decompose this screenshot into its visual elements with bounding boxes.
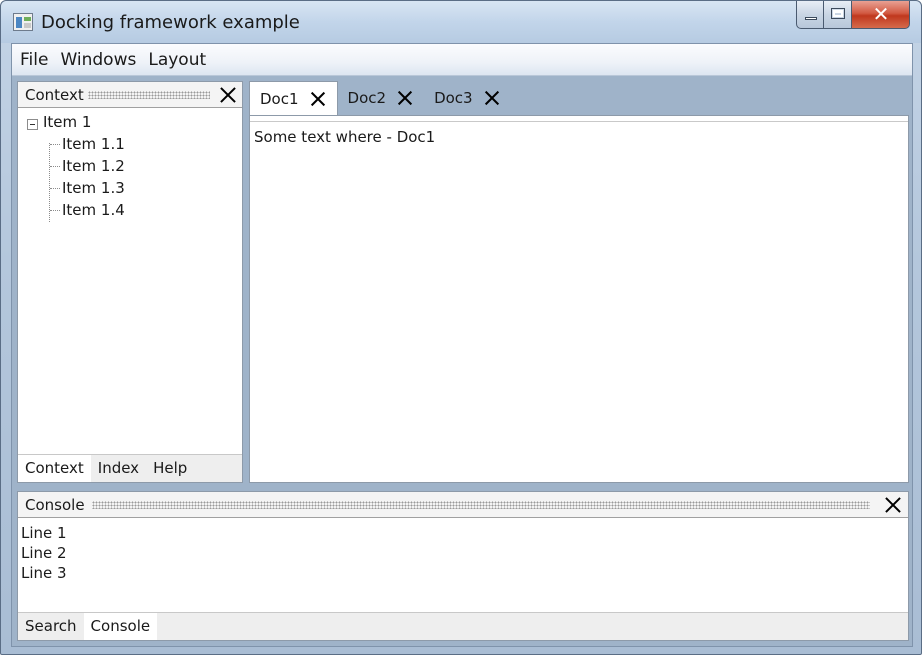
- tree-connector: [50, 166, 60, 167]
- context-tree: Item 1 Item 1.1 Item 1.2 Item 1.3 Item 1…: [18, 109, 242, 453]
- title-bar[interactable]: Docking framework example ✕: [1, 1, 921, 43]
- tab-doc1[interactable]: Doc1: [249, 81, 338, 115]
- window-title: Docking framework example: [41, 12, 300, 33]
- tree-connector: [50, 144, 60, 145]
- document-area: Doc1 Doc2 Doc3 Some text where - Doc1: [249, 81, 909, 483]
- console-panel-close-icon[interactable]: [882, 494, 904, 516]
- divider: [250, 121, 908, 122]
- tab-context[interactable]: Context: [18, 455, 91, 482]
- tab-label: Doc2: [347, 89, 387, 107]
- tab-search[interactable]: Search: [18, 613, 84, 640]
- console-panel-tabs: Search Console: [18, 612, 908, 640]
- maximize-icon: [831, 8, 845, 19]
- minimize-icon: [805, 17, 817, 20]
- drag-grip[interactable]: [92, 501, 870, 509]
- context-panel-close-icon[interactable]: [217, 84, 239, 106]
- tab-close-icon[interactable]: [396, 89, 414, 107]
- maximize-button[interactable]: [824, 1, 852, 29]
- drag-grip[interactable]: [88, 91, 210, 99]
- tree-item[interactable]: Item 1.1: [62, 133, 125, 155]
- caption-buttons: ✕: [796, 1, 910, 29]
- tab-index[interactable]: Index: [91, 455, 146, 482]
- tree-item[interactable]: Item 1.3: [62, 177, 125, 199]
- document-editor[interactable]: Some text where - Doc1: [249, 115, 909, 483]
- menu-bar: File Windows Layout: [12, 44, 912, 76]
- console-line: Line 1: [21, 524, 67, 542]
- console-line: Line 3: [21, 564, 67, 582]
- tree-item-root[interactable]: Item 1: [18, 111, 238, 133]
- tab-doc3[interactable]: Doc3: [424, 81, 511, 115]
- tree-item[interactable]: Item 1.4: [62, 199, 125, 221]
- app-window: Docking framework example ✕ File Windows…: [0, 0, 922, 655]
- console-panel: Console Line 1 Line 2 Line 3 Search Cons…: [17, 491, 909, 641]
- tab-label: Doc1: [260, 89, 299, 108]
- tab-help[interactable]: Help: [146, 455, 194, 482]
- minimize-button[interactable]: [796, 1, 824, 29]
- console-output[interactable]: Line 1 Line 2 Line 3: [21, 523, 67, 583]
- client-area: File Windows Layout Context Item 1 Item …: [11, 43, 913, 647]
- document-tabs: Doc1 Doc2 Doc3: [249, 81, 909, 115]
- tab-close-icon[interactable]: [483, 89, 501, 107]
- close-icon: ✕: [872, 2, 890, 26]
- menu-layout[interactable]: Layout: [142, 45, 212, 75]
- context-panel-title: Context: [25, 86, 84, 104]
- menu-windows[interactable]: Windows: [54, 45, 142, 75]
- tab-label: Doc3: [434, 89, 473, 107]
- tab-console[interactable]: Console: [83, 613, 158, 640]
- console-panel-title: Console: [25, 496, 85, 514]
- tree-connector: [50, 188, 60, 189]
- tree-connector: [50, 210, 60, 211]
- console-line: Line 2: [21, 544, 67, 562]
- document-text: Some text where - Doc1: [254, 128, 436, 146]
- context-panel: Context Item 1 Item 1.1 Item 1.2 Item 1.…: [17, 81, 243, 483]
- tree-item-label: Item 1: [43, 113, 92, 131]
- context-panel-tabs: Context Index Help: [18, 454, 242, 482]
- menu-file[interactable]: File: [14, 45, 54, 75]
- app-window-icon[interactable]: [13, 13, 33, 31]
- tree-item[interactable]: Item 1.2: [62, 155, 125, 177]
- collapse-icon[interactable]: [27, 119, 38, 130]
- tab-doc2[interactable]: Doc2: [338, 81, 425, 115]
- console-panel-header[interactable]: Console: [18, 492, 908, 518]
- tab-close-icon[interactable]: [309, 90, 327, 108]
- context-panel-header[interactable]: Context: [18, 82, 242, 108]
- close-button[interactable]: ✕: [852, 1, 910, 29]
